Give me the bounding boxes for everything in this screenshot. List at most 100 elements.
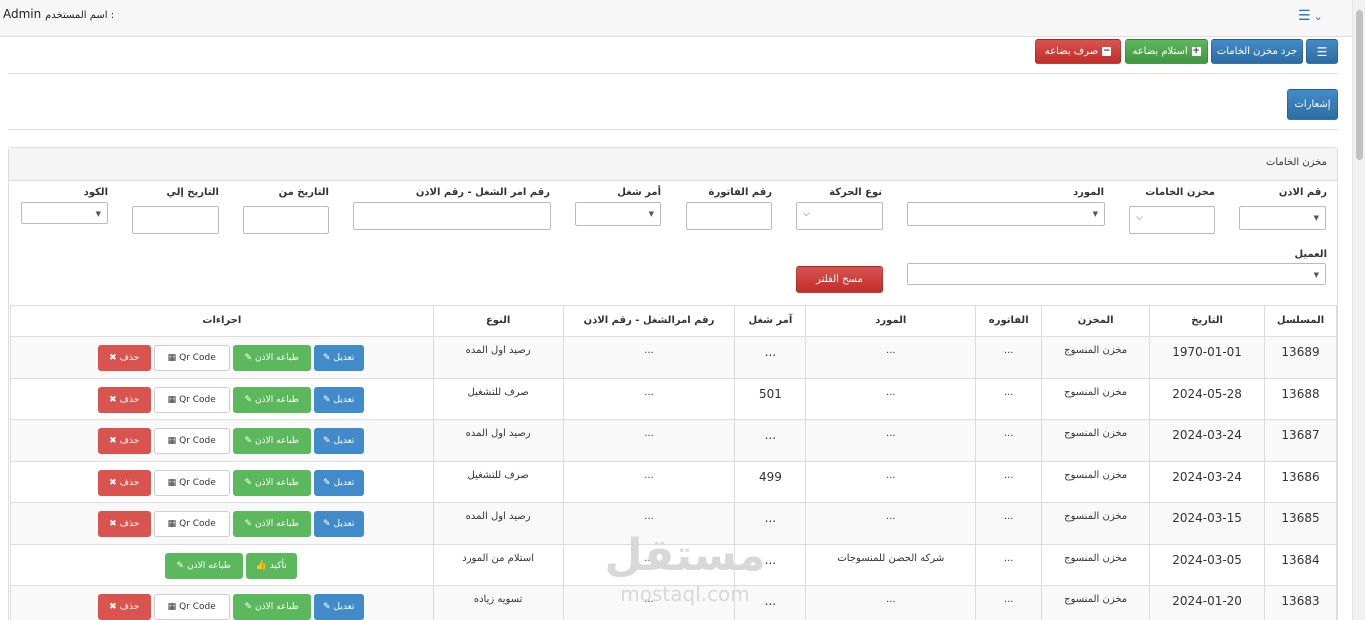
qr-code-button-label: Qr Code [179,436,216,446]
inventory-button[interactable]: جرد مخزن الخامات [1211,39,1303,64]
delete-button-label: حذف [119,436,140,446]
divider [8,129,1338,130]
issue-goods-label: صرف بضاعه [1044,46,1099,57]
qr-code-button[interactable]: Qr Code ▦ [153,594,230,620]
pencil-icon: ✎ [244,519,252,529]
receive-goods-button[interactable]: استلام بضاعه + [1125,39,1208,64]
column-header: النوع [432,305,564,337]
print-permit-button[interactable]: طباعه الاذن ✎ [164,552,243,579]
qr-code-button[interactable]: Qr Code ▦ [153,428,230,454]
pencil-icon: ✎ [322,519,331,529]
cell-order-permit: ... [562,460,736,503]
client-label: العميل [1294,249,1327,260]
cell-type: رصيد اول المده [432,502,564,545]
inventory-label: جرد مخزن الخامات [1216,46,1298,57]
chevron-down-icon: ⌵ [803,209,810,219]
table-row: 13689 1970-01-01 مخزن المنسوج............ ر… [10,336,1337,379]
sidebar-toggle-button[interactable]: ☰ ⌄ [1298,6,1336,26]
movement-type-select[interactable]: ⌵ [796,202,883,230]
cell-actions: تعديل ✎ طباعه الاذن ✎ Qr Code ▦ حذف ✖ [10,336,434,379]
edit-button[interactable]: تعديل ✎ [313,386,364,413]
divider [8,73,1338,74]
supplier-select[interactable]: ▼ [907,202,1105,226]
confirm-button[interactable]: تأكيد 👍 [245,552,297,579]
qr-code-button-label: Qr Code [179,477,216,488]
cell-order-permit: ... [562,585,736,620]
panel-title: مخزن الخامات [9,148,1337,181]
row-actions: تعديل ✎ طباعه الاذن ✎ Qr Code ▦ حذف ✖ [11,386,433,413]
minus-icon: − [1102,46,1112,56]
cell-supplier: ... [805,502,977,545]
issue-goods-button[interactable]: صرف بضاعه − [1035,39,1121,64]
user-name: Admin [3,7,42,21]
cell-order-permit: ... [562,419,736,462]
print-permit-button[interactable]: طباعه الاذن ✎ [232,386,311,413]
close-icon: ✖ [109,519,117,529]
print-permit-button-label: طباعه الاذن [255,353,299,363]
edit-button[interactable]: تعديل ✎ [313,469,364,496]
date-to-input[interactable] [132,206,219,234]
edit-button[interactable]: تعديل ✎ [313,428,364,454]
cell-store: مخزن المنسوج [1041,502,1151,545]
qr-code-icon: ▦ [167,394,177,405]
receive-goods-label: استلام بضاعه [1132,46,1188,57]
page-scrollbar[interactable] [1352,0,1365,620]
qr-code-button-label: Qr Code [179,519,216,529]
print-permit-button[interactable]: طباعه الاذن ✎ [232,511,311,537]
close-icon: ✖ [109,436,117,446]
plus-icon: + [1191,46,1201,56]
row-actions: تعديل ✎ طباعه الاذن ✎ Qr Code ▦ حذف ✖ [11,594,433,620]
edit-button[interactable]: تعديل ✎ [313,345,364,371]
qr-code-button[interactable]: Qr Code ▦ [153,469,230,496]
qr-code-button[interactable]: Qr Code ▦ [153,386,230,413]
permit-no-select[interactable]: ▼ [1239,206,1326,230]
print-permit-button[interactable]: طباعه الاذن ✎ [232,594,311,620]
notifications-button[interactable]: إشعارات [1287,89,1338,120]
qr-code-button-label: Qr Code [179,394,216,405]
clear-filter-label: مسح الفلتر [816,274,863,285]
cell-date: 2024-03-05 [1149,543,1266,586]
delete-button[interactable]: حذف ✖ [97,428,151,454]
work-order-permit-input[interactable] [353,202,551,230]
delete-button[interactable]: حذف ✖ [97,511,151,537]
cell-date: 2024-03-24 [1149,460,1266,503]
qr-code-icon: ▦ [167,436,177,446]
print-permit-button[interactable]: طباعه الاذن ✎ [232,345,311,371]
print-permit-button-label: طباعه الاذن [187,560,231,571]
row-actions: تعديل ✎ طباعه الاذن ✎ Qr Code ▦ حذف ✖ [11,345,433,371]
qr-code-button-label: Qr Code [179,602,216,612]
scrollbar-thumb[interactable] [1356,10,1363,160]
cell-serial: 13684 [1264,543,1337,586]
invoice-no-input[interactable] [686,202,772,230]
delete-button[interactable]: حذف ✖ [97,469,151,496]
print-permit-button[interactable]: طباعه الاذن ✎ [232,428,311,454]
delete-button[interactable]: حذف ✖ [97,345,151,371]
table-row: 13688 2024-05-28 مخزن المنسوج...... 501... ص… [10,377,1337,420]
cell-actions: تعديل ✎ طباعه الاذن ✎ Qr Code ▦ حذف ✖ [10,585,434,620]
qr-code-button[interactable]: Qr Code ▦ [153,511,230,537]
code-select[interactable]: ▼ [21,202,108,224]
cell-type: رصيد اول المده [432,336,564,379]
delete-button[interactable]: حذف ✖ [97,594,151,620]
date-from-input[interactable] [243,206,329,234]
delete-button-label: حذف [119,394,140,405]
clear-filter-button[interactable]: مسح الفلتر [796,266,883,293]
delete-button[interactable]: حذف ✖ [97,386,151,413]
edit-button[interactable]: تعديل ✎ [313,511,364,537]
qr-code-button[interactable]: Qr Code ▦ [153,345,230,371]
date-from-label: التاريخ من [278,187,329,198]
cell-order-permit: ... [562,336,736,379]
work-order-select[interactable]: ▼ [575,202,661,226]
cell-type: تسويه زياده [432,585,564,620]
list-view-button[interactable]: ☰ [1306,39,1338,64]
print-permit-button[interactable]: طباعه الاذن ✎ [232,469,311,496]
close-icon: ✖ [109,477,117,488]
cell-order: ... [734,543,807,586]
warehouse-select[interactable]: ⌵ [1129,206,1215,234]
work-order-label: أمر شغل [617,187,661,198]
cell-supplier: شركه الحصن للمنسوجات [805,543,977,586]
caret-down-icon: ▼ [95,210,101,218]
cell-type: صرف للتشغيل [432,460,564,503]
edit-button[interactable]: تعديل ✎ [313,594,364,620]
client-select[interactable]: ▼ [907,263,1326,285]
